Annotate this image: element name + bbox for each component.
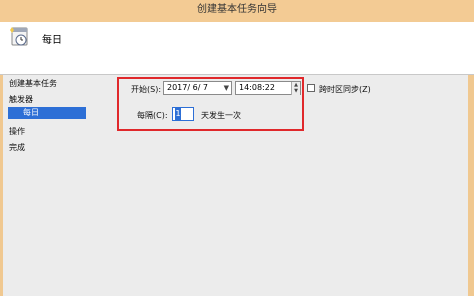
time-spinner[interactable]: ▲ ▼ bbox=[291, 82, 300, 95]
start-time-field[interactable]: 14:08:22 ▲ ▼ bbox=[235, 81, 301, 95]
every-suffix: 天发生一次 bbox=[201, 111, 241, 120]
window-title: 创建基本任务向导 bbox=[197, 4, 277, 15]
start-date-picker[interactable]: 2017/ 6/ 7 ▼ bbox=[163, 81, 232, 95]
start-time-value: 14:08:22 bbox=[239, 83, 275, 92]
window-frame-right bbox=[468, 75, 474, 296]
page-title: 每日 bbox=[42, 35, 62, 46]
sync-timezone-checkbox[interactable] bbox=[307, 84, 315, 92]
sidebar-item-daily[interactable]: 每日 bbox=[8, 107, 86, 119]
sidebar-item-create-basic-task[interactable]: 创建基本任务 bbox=[9, 78, 57, 89]
every-label: 每隔(C): bbox=[137, 111, 168, 120]
sidebar-item-finish[interactable]: 完成 bbox=[9, 142, 25, 153]
chevron-down-icon[interactable]: ▼ bbox=[224, 82, 229, 94]
wizard-header: 每日 bbox=[0, 22, 474, 74]
sidebar-item-action[interactable]: 操作 bbox=[9, 126, 25, 137]
window-titlebar: 创建基本任务向导 bbox=[0, 0, 474, 22]
sync-timezone-label[interactable]: 跨时区同步(Z) bbox=[319, 84, 371, 95]
every-days-input[interactable]: 1 bbox=[172, 107, 194, 121]
clock-icon bbox=[10, 27, 28, 46]
every-days-value: 1 bbox=[175, 108, 181, 120]
sidebar-item-label: 每日 bbox=[23, 108, 39, 117]
spin-down-icon[interactable]: ▼ bbox=[292, 88, 300, 94]
sidebar-item-trigger[interactable]: 触发器 bbox=[9, 94, 33, 105]
start-label: 开始(S): bbox=[131, 85, 162, 94]
start-date-value: 2017/ 6/ 7 bbox=[167, 83, 209, 92]
